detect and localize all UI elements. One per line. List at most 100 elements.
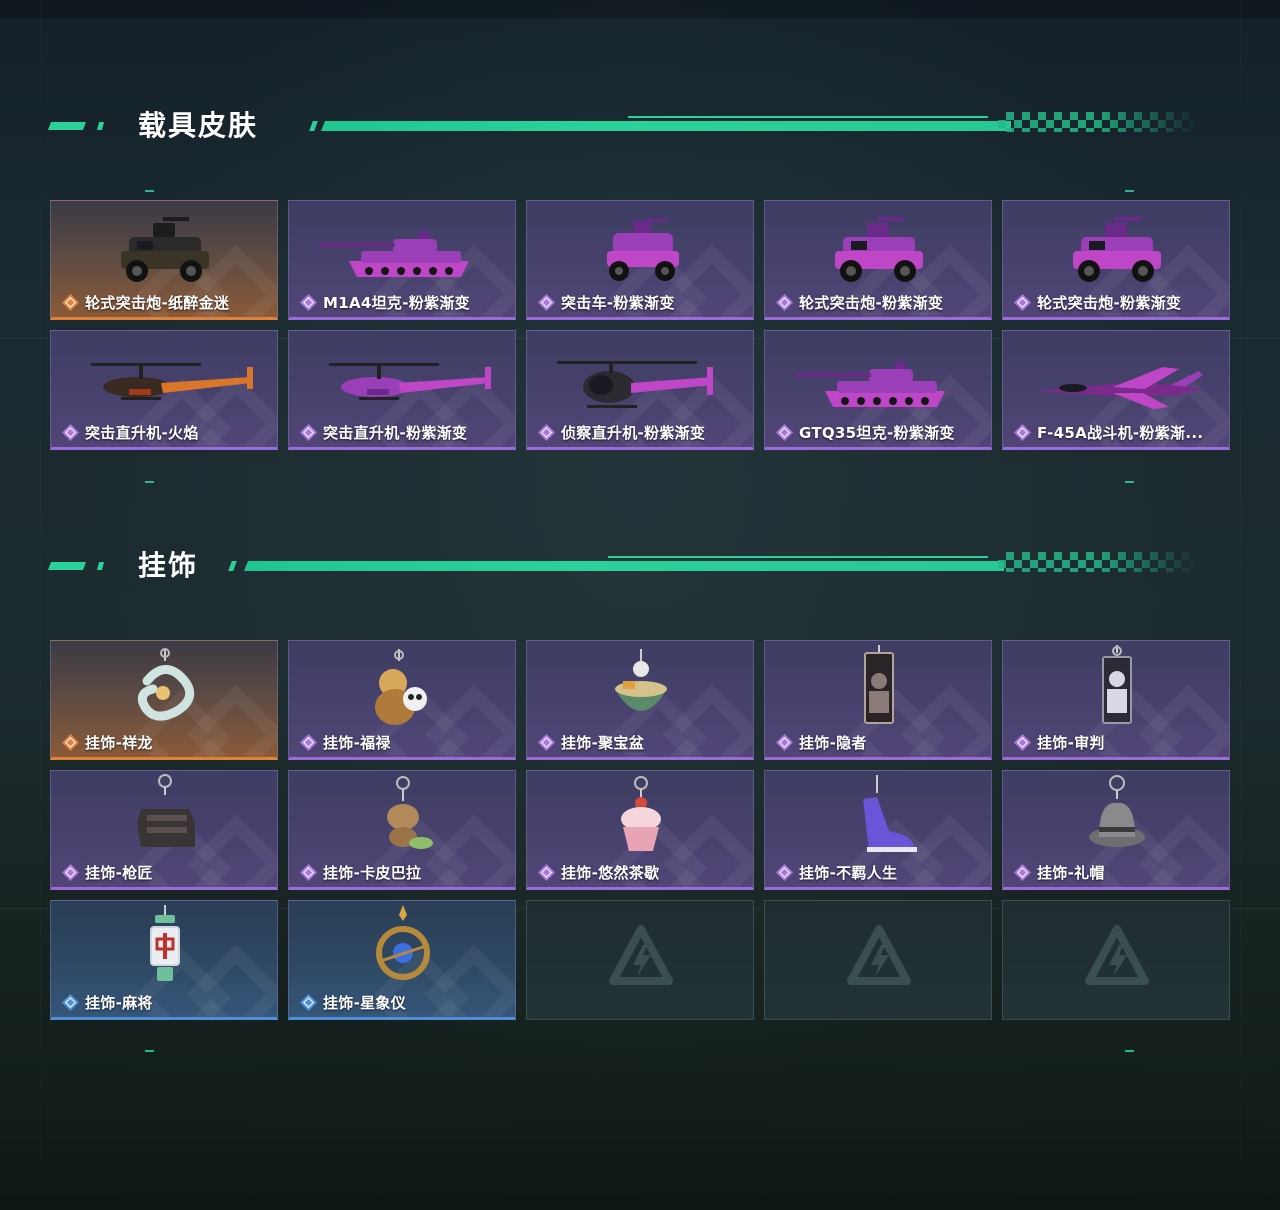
attack-helicopter-icon xyxy=(289,331,515,425)
rarity-diamond-icon xyxy=(537,733,556,752)
capybara-charm-icon xyxy=(289,771,515,865)
rarity-diamond-icon xyxy=(775,423,794,442)
item-card[interactable]: 挂饰-麻将 xyxy=(50,900,278,1020)
armored-car-icon xyxy=(51,201,277,295)
header-thin-line xyxy=(628,116,988,118)
rarity-diamond-icon xyxy=(775,733,794,752)
rarity-diamond-icon xyxy=(299,423,318,442)
assault-vehicle-icon xyxy=(527,201,753,295)
placeholder-logo-icon xyxy=(609,925,673,989)
section-title: 载具皮肤 xyxy=(138,109,259,142)
item-name: 挂饰-祥龙 xyxy=(85,733,153,752)
item-name: 轮式突击炮-粉紫渐变 xyxy=(799,293,944,312)
section-header-vehicle-skins: 载具皮肤 xyxy=(48,108,1208,148)
tick-mark xyxy=(1125,190,1134,192)
gunsmith-box-charm-icon xyxy=(51,771,277,865)
item-card[interactable]: 突击直升机-火焰 xyxy=(50,330,278,450)
item-card[interactable]: F-45A战斗机-粉紫渐... xyxy=(1002,330,1230,450)
armored-car-icon xyxy=(765,201,991,295)
item-card[interactable]: 挂饰-隐者 xyxy=(764,640,992,760)
rarity-diamond-icon xyxy=(1013,733,1032,752)
header-checker-pattern xyxy=(998,552,1198,572)
card-label: 挂饰-麻将 xyxy=(61,992,153,1012)
rarity-diamond-icon xyxy=(775,293,794,312)
tank-icon xyxy=(289,201,515,295)
card-label: 轮式突击炮-粉紫渐变 xyxy=(775,292,943,312)
rarity-diamond-icon xyxy=(61,293,80,312)
card-label: 挂饰-不羁人生 xyxy=(775,862,897,882)
rarity-diamond-icon xyxy=(61,733,80,752)
card-label: M1A4坦克-粉紫渐变 xyxy=(299,292,470,312)
item-card[interactable]: 挂饰-福禄 xyxy=(288,640,516,760)
item-card[interactable]: 挂饰-不羁人生 xyxy=(764,770,992,890)
rarity-diamond-icon xyxy=(299,993,318,1012)
treasure-bowl-charm-icon xyxy=(527,641,753,735)
card-label: 侦察直升机-粉紫渐变 xyxy=(537,422,705,442)
rarity-diamond-icon xyxy=(537,293,556,312)
item-card[interactable]: 轮式突击炮-粉紫渐变 xyxy=(764,200,992,320)
item-card[interactable]: 侦察直升机-粉紫渐变 xyxy=(526,330,754,450)
rarity-diamond-icon xyxy=(61,863,80,882)
rarity-diamond-icon xyxy=(61,423,80,442)
item-card[interactable]: 轮式突击炮-粉紫渐变 xyxy=(1002,200,1230,320)
card-label: 挂饰-卡皮巴拉 xyxy=(299,862,421,882)
tick-mark xyxy=(145,481,154,483)
item-card[interactable]: 突击直升机-粉紫渐变 xyxy=(288,330,516,450)
card-label: 突击直升机-火焰 xyxy=(61,422,199,442)
item-card[interactable]: 挂饰-卡皮巴拉 xyxy=(288,770,516,890)
item-name: 突击车-粉紫渐变 xyxy=(561,293,675,312)
section-title: 挂饰 xyxy=(138,549,199,582)
rarity-diamond-icon xyxy=(299,863,318,882)
header-slash xyxy=(228,561,237,571)
item-card[interactable]: M1A4坦克-粉紫渐变 xyxy=(288,200,516,320)
fighter-jet-icon xyxy=(1003,331,1229,425)
item-card[interactable]: 挂饰-枪匠 xyxy=(50,770,278,890)
armored-car-icon xyxy=(1003,201,1229,295)
scout-helicopter-icon xyxy=(527,331,753,425)
placeholder-logo-icon xyxy=(1085,925,1149,989)
item-card[interactable]: 挂饰-悠然茶歇 xyxy=(526,770,754,890)
mahjong-charm-icon xyxy=(51,901,277,995)
sneaker-charm-icon xyxy=(765,771,991,865)
tank-icon xyxy=(765,331,991,425)
card-label: F-45A战斗机-粉紫渐... xyxy=(1013,422,1203,442)
card-label: GTQ35坦克-粉紫渐变 xyxy=(775,422,955,442)
card-label: 挂饰-悠然茶歇 xyxy=(537,862,659,882)
rarity-diamond-icon xyxy=(775,863,794,882)
header-dash xyxy=(48,562,86,570)
header-slash xyxy=(309,121,318,131)
item-name: 挂饰-审判 xyxy=(1037,733,1105,752)
item-card[interactable]: 挂饰-星象仪 xyxy=(288,900,516,1020)
item-name: 挂饰-福禄 xyxy=(323,733,391,752)
item-card[interactable]: 挂饰-祥龙 xyxy=(50,640,278,760)
item-card[interactable]: GTQ35坦克-粉紫渐变 xyxy=(764,330,992,450)
header-dash xyxy=(48,122,86,130)
empty-slot xyxy=(764,900,992,1020)
rarity-diamond-icon xyxy=(299,733,318,752)
card-label: 轮式突击炮-粉紫渐变 xyxy=(1013,292,1181,312)
section-header-charms: 挂饰 xyxy=(48,548,1208,588)
item-card[interactable]: 挂饰-审判 xyxy=(1002,640,1230,760)
item-card[interactable]: 挂饰-聚宝盆 xyxy=(526,640,754,760)
card-label: 挂饰-隐者 xyxy=(775,732,867,752)
empty-slot xyxy=(1002,900,1230,1020)
rarity-diamond-icon xyxy=(61,993,80,1012)
rarity-diamond-icon xyxy=(537,423,556,442)
attack-helicopter-icon xyxy=(51,331,277,425)
card-label: 挂饰-祥龙 xyxy=(61,732,153,752)
card-label: 挂饰-星象仪 xyxy=(299,992,406,1012)
header-dash xyxy=(96,562,105,570)
card-label: 挂饰-福禄 xyxy=(299,732,391,752)
rarity-diamond-icon xyxy=(1013,863,1032,882)
bg-line xyxy=(1240,0,1241,1210)
item-name: 轮式突击炮-纸醉金迷 xyxy=(85,293,230,312)
item-card[interactable]: 挂饰-礼帽 xyxy=(1002,770,1230,890)
gourd-charm-icon xyxy=(289,641,515,735)
rarity-diamond-icon xyxy=(1013,293,1032,312)
item-card[interactable]: 轮式突击炮-纸醉金迷 xyxy=(50,200,278,320)
item-card[interactable]: 突击车-粉紫渐变 xyxy=(526,200,754,320)
placeholder-logo-icon xyxy=(847,925,911,989)
item-name: 挂饰-不羁人生 xyxy=(799,863,898,882)
item-name: M1A4坦克-粉紫渐变 xyxy=(323,293,470,312)
item-name: GTQ35坦克-粉紫渐变 xyxy=(799,423,955,442)
